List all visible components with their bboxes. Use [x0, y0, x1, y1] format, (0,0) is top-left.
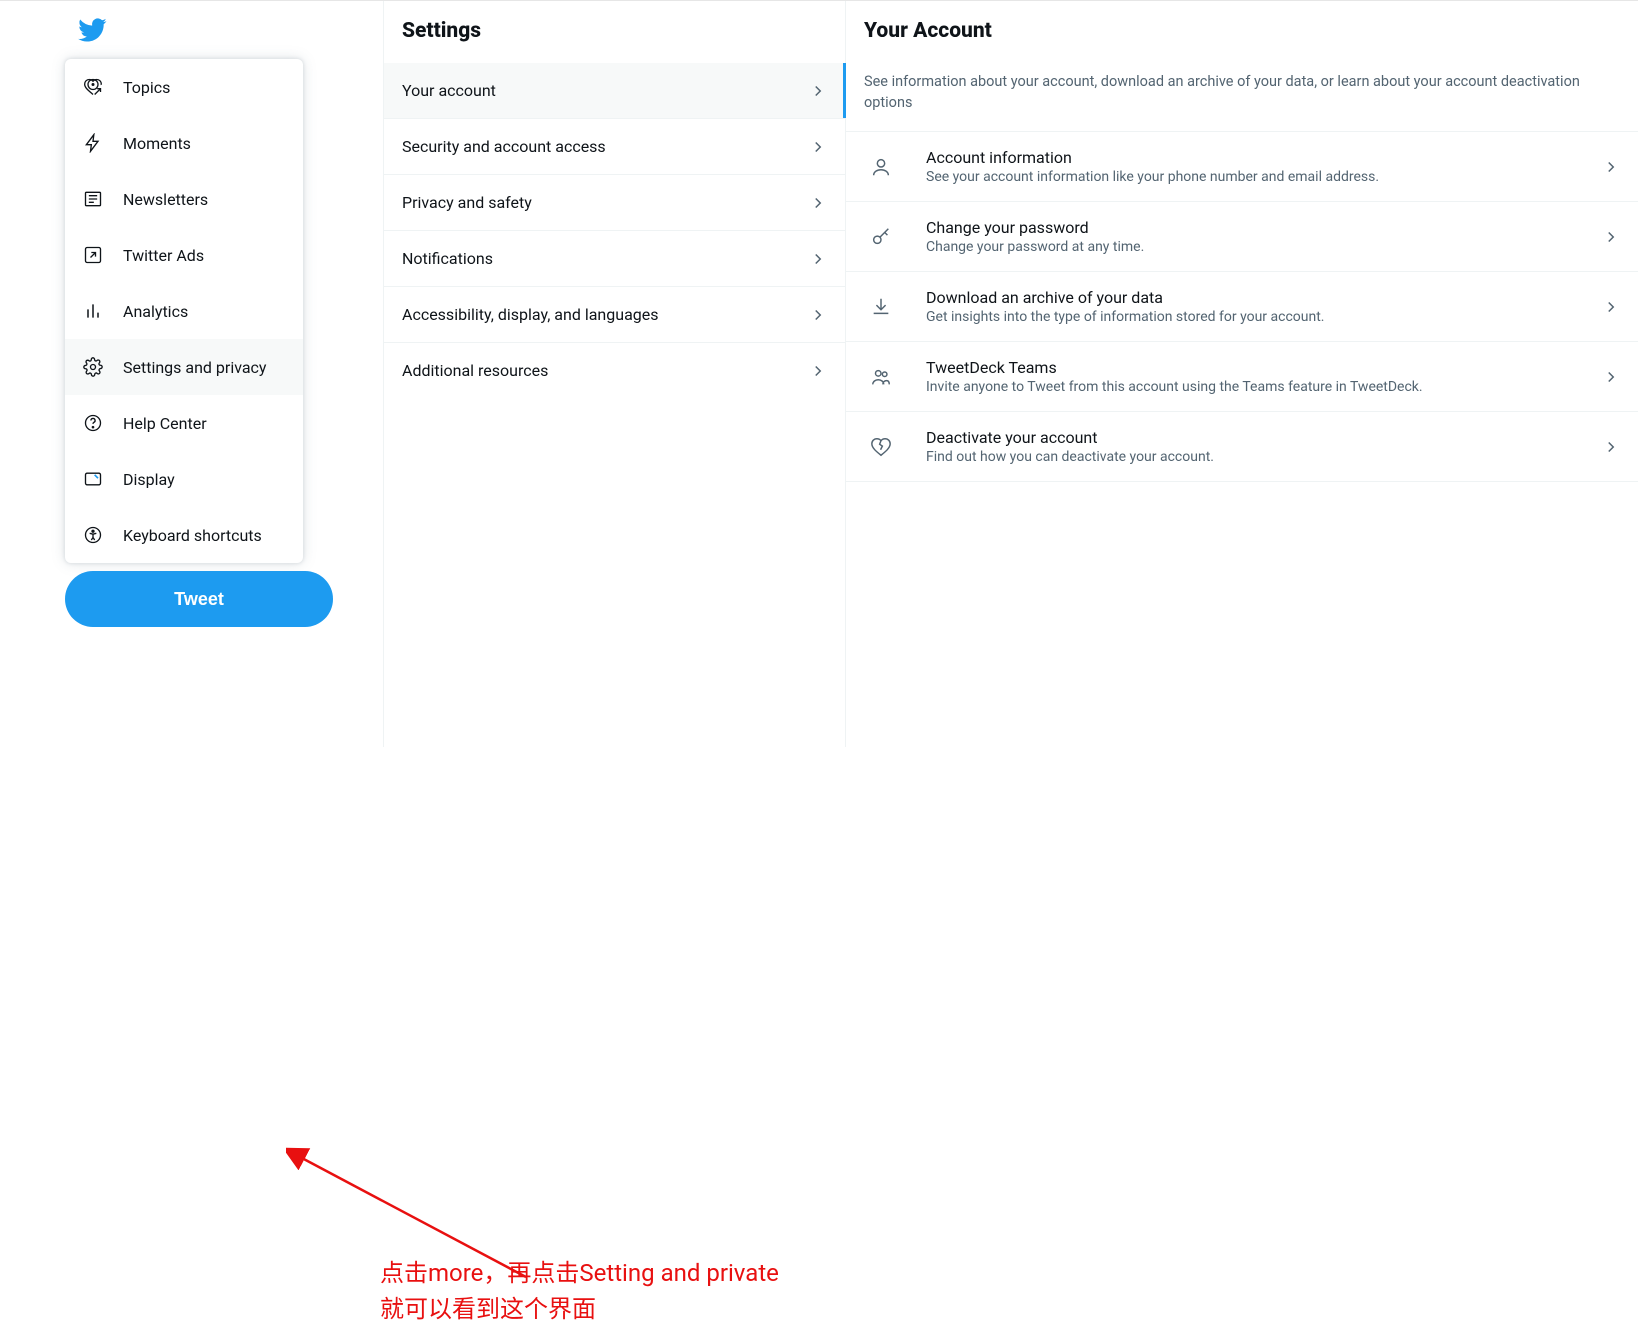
display-icon [83, 469, 103, 489]
moments-icon [83, 133, 103, 153]
analytics-icon [83, 301, 103, 321]
key-icon [858, 226, 904, 248]
chevron-right-icon [809, 138, 827, 156]
settings-item-label: Security and account access [402, 137, 606, 156]
account-item-tweetdeck[interactable]: TweetDeck Teams Invite anyone to Tweet f… [846, 342, 1638, 412]
menu-item-twitter-ads[interactable]: Twitter Ads [65, 227, 303, 283]
chevron-right-icon [809, 250, 827, 268]
accessibility-icon [83, 525, 103, 545]
menu-item-label: Topics [123, 78, 170, 97]
settings-item-privacy[interactable]: Privacy and safety [384, 175, 845, 231]
newsletters-icon [83, 189, 103, 209]
chevron-right-icon [1602, 298, 1620, 316]
heartbreak-icon [858, 436, 904, 458]
settings-item-label: Your account [402, 81, 496, 100]
account-item-information[interactable]: Account information See your account inf… [846, 132, 1638, 202]
settings-item-label: Notifications [402, 249, 493, 268]
account-item-deactivate[interactable]: Deactivate your account Find out how you… [846, 412, 1638, 482]
chevron-right-icon [1602, 228, 1620, 246]
account-section-title: Your Account [846, 1, 1638, 63]
account-item-title: Download an archive of your data [926, 288, 1580, 307]
account-item-title: Change your password [926, 218, 1580, 237]
menu-item-label: Keyboard shortcuts [123, 526, 262, 545]
menu-item-analytics[interactable]: Analytics [65, 283, 303, 339]
settings-title: Settings [384, 1, 845, 63]
menu-item-display[interactable]: Display [65, 451, 303, 507]
menu-item-label: Analytics [123, 302, 188, 321]
annotation-text-line2: 就可以看到这个界面 [380, 1291, 779, 1327]
chevron-right-icon [809, 306, 827, 324]
menu-item-label: Twitter Ads [123, 246, 204, 265]
account-item-title: Account information [926, 148, 1580, 167]
topics-icon [83, 77, 103, 97]
settings-item-security[interactable]: Security and account access [384, 119, 845, 175]
external-link-icon [83, 245, 103, 265]
more-menu-popup: Topics Moments Newsletters Twitter Ads [65, 59, 303, 563]
settings-list: Your account Security and account access… [384, 63, 845, 398]
account-item-subtitle: Get insights into the type of informatio… [926, 309, 1580, 325]
menu-item-topics[interactable]: Topics [65, 59, 303, 115]
settings-item-additional[interactable]: Additional resources [384, 343, 845, 398]
gear-icon [83, 357, 103, 377]
download-icon [858, 296, 904, 318]
menu-item-label: Settings and privacy [123, 358, 267, 377]
chevron-right-icon [809, 362, 827, 380]
menu-item-newsletters[interactable]: Newsletters [65, 171, 303, 227]
account-item-subtitle: Invite anyone to Tweet from this account… [926, 379, 1580, 395]
menu-item-moments[interactable]: Moments [65, 115, 303, 171]
person-icon [858, 156, 904, 178]
account-item-title: TweetDeck Teams [926, 358, 1580, 377]
annotation-text-line1: 点击more，再点击Setting and private [380, 1255, 779, 1291]
account-item-download[interactable]: Download an archive of your data Get ins… [846, 272, 1638, 342]
menu-item-settings-privacy[interactable]: Settings and privacy [65, 339, 303, 395]
settings-item-your-account[interactable]: Your account [384, 63, 845, 119]
chevron-right-icon [1602, 368, 1620, 386]
chevron-right-icon [1602, 158, 1620, 176]
menu-item-keyboard-shortcuts[interactable]: Keyboard shortcuts [65, 507, 303, 563]
people-icon [858, 366, 904, 388]
chevron-right-icon [1602, 438, 1620, 456]
account-item-subtitle: Change your password at any time. [926, 239, 1580, 255]
account-item-subtitle: See your account information like your p… [926, 169, 1580, 185]
menu-item-label: Moments [123, 134, 191, 153]
menu-item-label: Newsletters [123, 190, 208, 209]
menu-item-label: Help Center [123, 414, 207, 433]
settings-item-label: Accessibility, display, and languages [402, 305, 659, 324]
settings-item-label: Privacy and safety [402, 193, 532, 212]
account-item-title: Deactivate your account [926, 428, 1580, 447]
account-item-subtitle: Find out how you can deactivate your acc… [926, 449, 1580, 465]
tweet-button[interactable]: Tweet [65, 571, 333, 627]
chevron-right-icon [809, 194, 827, 212]
settings-item-label: Additional resources [402, 361, 548, 380]
twitter-logo-icon[interactable] [77, 15, 383, 49]
settings-item-notifications[interactable]: Notifications [384, 231, 845, 287]
help-icon [83, 413, 103, 433]
settings-item-accessibility[interactable]: Accessibility, display, and languages [384, 287, 845, 343]
account-item-password[interactable]: Change your password Change your passwor… [846, 202, 1638, 272]
account-section-description: See information about your account, down… [846, 63, 1638, 132]
menu-item-label: Display [123, 470, 175, 489]
chevron-right-icon [809, 82, 827, 100]
menu-item-help-center[interactable]: Help Center [65, 395, 303, 451]
annotation-arrow-icon [286, 1147, 536, 1287]
